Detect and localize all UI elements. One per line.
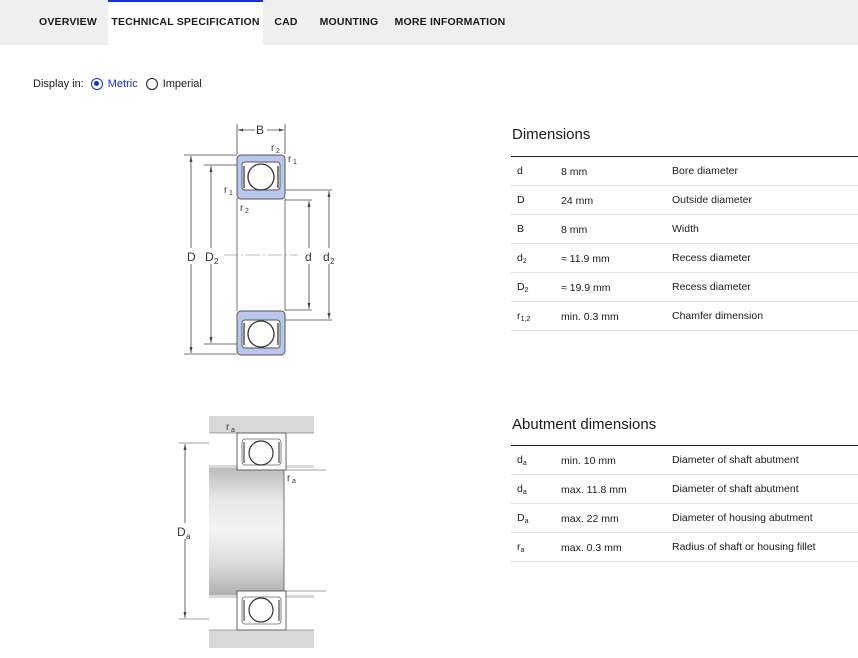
row-value: ≈ 19.9 mm <box>561 282 611 294</box>
row-description: Diameter of shaft abutment <box>672 454 799 466</box>
svg-text:1: 1 <box>229 190 233 197</box>
row-description: Recess diameter <box>672 252 751 264</box>
row-value: max. 11.8 mm <box>561 484 627 496</box>
imperial-radio[interactable]: Imperial <box>145 78 202 90</box>
table-row: da max. 11.8 mm Diameter of shaft abutment <box>511 475 858 504</box>
row-symbol: Da <box>517 512 529 525</box>
label-r2-top: r <box>271 143 275 154</box>
table-row: r1,2 min. 0.3 mm Chamfer dimension <box>511 302 858 331</box>
display-in-label: Display in: <box>33 78 84 90</box>
svg-text:a: a <box>186 532 191 541</box>
table-row: d2 ≈ 11.9 mm Recess diameter <box>511 244 858 273</box>
label-D2-sub: 2 <box>214 257 219 266</box>
row-symbol: D2 <box>517 281 529 294</box>
svg-text:2: 2 <box>276 148 280 155</box>
tab-more-information[interactable]: MORE INFORMATION <box>394 0 506 45</box>
imperial-label: Imperial <box>162 78 202 90</box>
row-description: Chamfer dimension <box>672 310 764 322</box>
row-symbol: da <box>517 454 527 467</box>
svg-text:a: a <box>231 427 235 434</box>
row-value: 8 mm <box>561 166 588 178</box>
radio-unchecked-icon <box>145 78 158 90</box>
tab-technical-specification[interactable]: TECHNICAL SPECIFICATION <box>108 0 263 45</box>
table-row: Da max. 22 mm Diameter of housing abutment <box>511 504 858 533</box>
table-row: B 8 mm Width <box>511 215 858 244</box>
row-description: Outside diameter <box>672 194 752 206</box>
row-symbol: ra <box>517 541 525 554</box>
label-Da: D <box>177 525 186 539</box>
table-row: da min. 10 mm Diameter of shaft abutment <box>511 446 858 475</box>
abutment-dimensions-title: Abutment dimensions <box>512 416 657 433</box>
label-r1-top: r <box>288 154 292 165</box>
abutment-dimensions-table: da min. 10 mm Diameter of shaft abutment da… <box>511 445 858 562</box>
row-symbol: d2 <box>517 252 527 265</box>
row-value: min. 0.3 mm <box>561 311 619 323</box>
row-description: Bore diameter <box>672 165 738 177</box>
table-row: D2 ≈ 19.9 mm Recess diameter <box>511 273 858 302</box>
label-D: D <box>187 250 196 264</box>
row-symbol: B <box>517 223 525 235</box>
row-value: max. 22 mm <box>561 513 619 525</box>
row-value: max. 0.3 mm <box>561 542 622 554</box>
unit-selector: Display in: Metric Imperial <box>33 76 210 92</box>
table-row: ra max. 0.3 mm Radius of shaft or housing … <box>511 533 858 562</box>
label-r1-left: r <box>224 185 228 196</box>
table-row: d 8 mm Bore diameter <box>511 157 858 186</box>
tab-cad[interactable]: CAD <box>266 0 306 45</box>
dimensions-table: d 8 mm Bore diameter D 24 mm Outside diameter… <box>511 156 858 331</box>
row-symbol: d <box>517 165 523 177</box>
tab-mounting[interactable]: MOUNTING <box>314 0 384 45</box>
label-B: B <box>256 123 264 137</box>
row-value: min. 10 mm <box>561 455 616 467</box>
row-value: 8 mm <box>561 224 588 236</box>
label-d2-sub: 2 <box>330 257 335 266</box>
bearing-dimension-diagram: B D D 2 d d 2 r 2 r 1 r 1 r 2 <box>180 118 350 363</box>
label-d2: d <box>323 250 330 264</box>
table-row: D 24 mm Outside diameter <box>511 186 858 215</box>
row-symbol: D <box>517 194 525 206</box>
abutment-dimension-diagram: D a d a r a r a <box>176 413 326 653</box>
row-description: Diameter of shaft abutment <box>672 483 799 495</box>
dimensions-title: Dimensions <box>512 126 591 143</box>
tab-bar: OVERVIEW TECHNICAL SPECIFICATION CAD MOU… <box>0 0 858 45</box>
metric-radio[interactable]: Metric <box>90 78 138 90</box>
row-symbol: r1,2 <box>517 310 531 323</box>
row-description: Radius of shaft or housing fillet <box>672 541 816 553</box>
row-value: 24 mm <box>561 195 594 207</box>
tab-overview[interactable]: OVERVIEW <box>32 0 104 45</box>
row-description: Width <box>672 223 699 235</box>
svg-text:a: a <box>292 478 296 485</box>
radio-checked-icon <box>90 78 103 90</box>
row-symbol: da <box>517 483 527 496</box>
metric-label: Metric <box>107 78 138 90</box>
label-D2: D <box>205 250 214 264</box>
row-value: ≈ 11.9 mm <box>561 253 610 265</box>
svg-text:1: 1 <box>293 159 297 166</box>
row-description: Recess diameter <box>672 281 751 293</box>
label-r2-left: r <box>240 203 244 214</box>
row-description: Diameter of housing abutment <box>672 512 813 524</box>
label-d: d <box>305 250 312 264</box>
svg-text:2: 2 <box>245 208 249 215</box>
